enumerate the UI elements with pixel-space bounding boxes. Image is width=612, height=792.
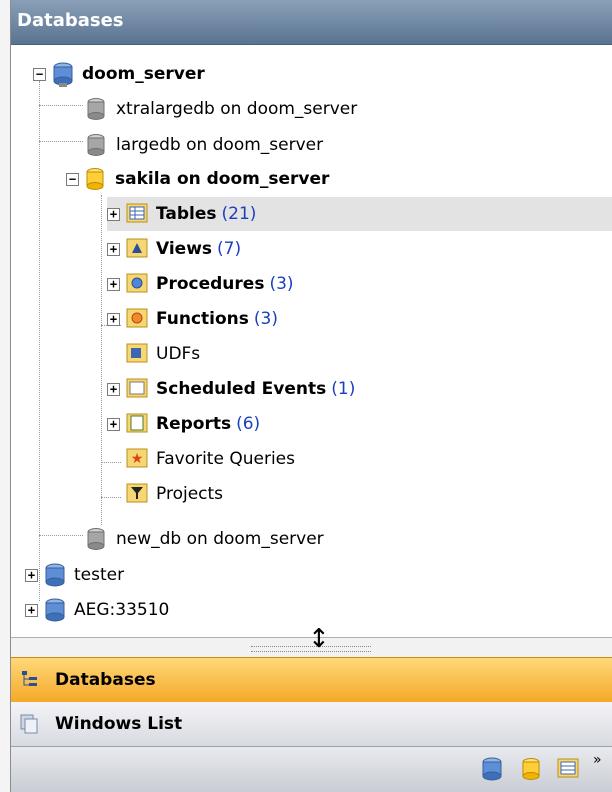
- expand-icon[interactable]: +: [107, 382, 120, 396]
- tree-node-scheduled-events[interactable]: + Scheduled Events (1): [107, 372, 355, 406]
- database-icon: [86, 133, 108, 157]
- tree-node-favorite-queries[interactable]: ★ Favorite Queries: [126, 442, 295, 476]
- event-icon: [126, 377, 148, 401]
- server-label: doom_server: [82, 64, 205, 84]
- tree-node-server[interactable]: − doom_server: [33, 57, 205, 91]
- database-explorer: Databases − doom_server xtralargedb on d…: [10, 0, 612, 792]
- server-icon: [52, 62, 74, 87]
- udf-icon: [126, 342, 148, 366]
- expand-icon[interactable]: +: [107, 417, 120, 431]
- collapse-icon[interactable]: −: [33, 67, 46, 81]
- table-icon: [126, 202, 148, 226]
- tree-node-projects[interactable]: Projects: [126, 477, 223, 511]
- expand-icon[interactable]: +: [107, 242, 120, 256]
- windows-icon: [19, 713, 41, 735]
- filter-icon: [126, 482, 148, 506]
- server-icon: [44, 563, 66, 587]
- expand-icon[interactable]: +: [107, 312, 120, 326]
- expand-icon[interactable]: +: [107, 207, 120, 221]
- function-icon: [126, 307, 148, 331]
- more-icon[interactable]: »: [593, 753, 602, 767]
- tree-node-db[interactable]: new_db on doom_server: [86, 522, 324, 556]
- database-tree: − doom_server xtralargedb on doom_server…: [11, 45, 612, 637]
- tree-node-udfs[interactable]: UDFs: [126, 337, 200, 371]
- panel-titlebar: Databases: [11, 0, 612, 45]
- procedure-icon: [126, 272, 148, 296]
- tree-node-views[interactable]: + Views (7): [107, 232, 241, 266]
- tree-node-db[interactable]: xtralargedb on doom_server: [86, 92, 357, 126]
- server-icon[interactable]: [481, 757, 505, 783]
- db-label: new_db on doom_server: [116, 529, 324, 549]
- windows-list-tab[interactable]: Windows List: [11, 702, 612, 747]
- database-icon: [86, 527, 108, 551]
- database-icon[interactable]: [521, 757, 545, 783]
- tree-icon: [19, 669, 41, 691]
- svg-text:★: ★: [131, 451, 144, 467]
- table-icon[interactable]: [557, 757, 581, 783]
- collapse-icon[interactable]: −: [66, 172, 79, 186]
- tree-node-server[interactable]: + AEG:33510: [25, 593, 169, 627]
- database-icon: [85, 167, 107, 191]
- db-label: sakila on doom_server: [115, 169, 330, 189]
- expand-icon[interactable]: +: [25, 568, 38, 582]
- databases-tab[interactable]: Databases: [11, 657, 612, 703]
- report-icon: [126, 412, 148, 436]
- expand-icon[interactable]: +: [25, 603, 38, 617]
- tree-node-db-active[interactable]: − sakila on doom_server: [66, 162, 329, 196]
- tree-node-reports[interactable]: + Reports (6): [107, 407, 260, 441]
- resize-cursor-icon: ↕: [308, 624, 330, 654]
- tree-node-functions[interactable]: + Functions (3): [107, 302, 278, 336]
- db-label: largedb on doom_server: [116, 135, 324, 155]
- server-icon: [44, 598, 66, 622]
- tree-node-server[interactable]: + tester: [25, 558, 124, 592]
- tree-node-procedures[interactable]: + Procedures (3): [107, 267, 294, 301]
- db-label: xtralargedb on doom_server: [116, 99, 358, 119]
- panel-splitter[interactable]: ↕: [11, 626, 612, 658]
- tree-node-db[interactable]: largedb on doom_server: [86, 128, 323, 162]
- star-icon: ★: [126, 447, 148, 471]
- panel-title: Databases: [17, 10, 124, 31]
- database-icon: [86, 97, 108, 121]
- view-icon: [126, 237, 148, 261]
- bottom-toolbar: »: [11, 747, 612, 792]
- tree-node-tables[interactable]: + Tables (21): [107, 197, 612, 231]
- expand-icon[interactable]: +: [107, 277, 120, 291]
